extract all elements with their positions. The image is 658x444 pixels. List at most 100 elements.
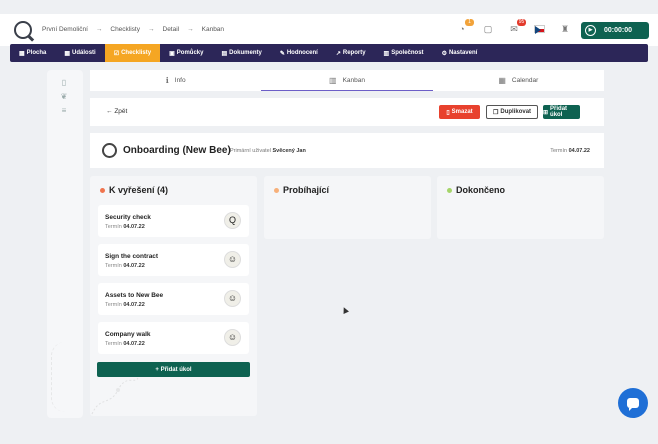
breadcrumb-item[interactable]: Checklisty (110, 26, 140, 33)
task-date: 04.07.22 (123, 341, 145, 347)
nav-dokumenty[interactable]: ▤ Dokumenty (212, 44, 270, 62)
play-icon: ▶ (585, 25, 596, 36)
leaf-icon[interactable]: ❦ (59, 92, 69, 101)
bell-icon[interactable]: ◔ 1 (456, 19, 474, 35)
nav-spolecnost[interactable]: ▥ Společnost (375, 44, 433, 62)
task-date: 04.07.22 (123, 224, 145, 230)
term-date: 04.07.22 (568, 148, 590, 154)
tab-calendar[interactable]: ▦ Calendar (433, 70, 604, 91)
avatar: ☺ (224, 251, 241, 268)
tab-info[interactable]: ℹ Info (90, 70, 261, 91)
tab-label: Info (174, 77, 186, 84)
nav-hodnoceni[interactable]: ✎ Hodnocení (271, 44, 327, 62)
nav-nastaveni[interactable]: ⚙ Nastavení (433, 44, 487, 62)
tools-icon: ▣ (169, 50, 175, 57)
column-todo: K vyřešení (4) Security check Termín 04.… (90, 176, 257, 416)
nav-label: Reporty (342, 50, 366, 56)
breadcrumb-item[interactable]: První Demoliční (42, 26, 88, 33)
rating-icon: ✎ (279, 50, 285, 57)
avatar: ☺ (224, 329, 241, 346)
nav-label: Hodnocení (286, 50, 318, 56)
primary-user: Primární uživatel Svěcený Jan (230, 148, 306, 154)
checklist-header: Onboarding (New Bee) Primární uživatel S… (90, 133, 604, 168)
action-bar: ← Zpět ▯ Smazat ❐ Duplikovat ⊞ Přidat úkol (90, 98, 604, 126)
task-date: 04.07.22 (123, 263, 145, 269)
column-header: Probíhající (274, 185, 329, 195)
checklist-term: Termín 04.07.22 (550, 148, 590, 154)
column-in-progress: Probíhající (264, 176, 431, 239)
status-dot (274, 187, 279, 193)
column-header: K vyřešení (4) (100, 185, 168, 195)
task-name: Security check (105, 214, 151, 221)
task-card[interactable]: Company walk Termín 04.07.22 ☺ (98, 322, 249, 354)
task-name: Company walk (105, 331, 151, 338)
timer-value: 00:00:00 (604, 27, 633, 34)
delete-label: Smazat (451, 109, 473, 115)
decorative-illustration (91, 377, 139, 415)
nav-label: Dokumenty (229, 50, 262, 56)
delete-button[interactable]: ▯ Smazat (439, 105, 480, 119)
duplicate-button[interactable]: ❐ Duplikovat (486, 105, 538, 119)
tab-kanban[interactable]: ▥ Kanban (261, 70, 433, 91)
nav-label: Nastavení (448, 50, 478, 56)
document-icon: ▤ (221, 50, 228, 57)
status-dot (447, 187, 452, 193)
left-rail: ▯ ❦ ≡ (47, 70, 83, 418)
task-card[interactable]: Assets to New Bee Termín 04.07.22 ☺ (98, 283, 249, 315)
czech-flag-icon[interactable] (534, 25, 545, 34)
view-tabs: ℹ Info ▥ Kanban ▦ Calendar (90, 70, 604, 91)
trash-icon: ▯ (446, 109, 450, 116)
user-avatar-icon[interactable]: ♜ (559, 23, 571, 35)
duplicate-label: Duplikovat (500, 109, 532, 115)
avatar: ☺ (224, 290, 241, 307)
primary-user-name: Svěcený Jan (272, 148, 306, 154)
trash-icon[interactable]: ▯ (59, 78, 69, 87)
chart-icon: ↗ (335, 50, 341, 57)
timer-button[interactable]: ▶ 00:00:00 (581, 22, 649, 39)
task-card[interactable]: Sign the contract Termín 04.07.22 ☺ (98, 244, 249, 276)
mail-icon[interactable]: ✉ 95 (508, 19, 526, 35)
task-card[interactable]: Security check Termín 04.07.22 Q (98, 205, 249, 237)
column-title: Dokončeno (456, 185, 506, 195)
notification-badge: 1 (465, 19, 474, 26)
arrow-right-icon: → (148, 26, 155, 33)
nav-udalosti[interactable]: ▦ Události (55, 44, 104, 62)
nav-pomucky[interactable]: ▣ Pomůcky (160, 44, 212, 62)
nav-plocha[interactable]: ▦ Plocha (10, 44, 55, 62)
add-task-button[interactable]: ⊞ Přidat úkol (543, 105, 580, 119)
copy-icon: ❐ (492, 109, 499, 116)
column-done: Dokončeno (437, 176, 604, 239)
task-date: 04.07.22 (123, 302, 145, 308)
add-task-column-button[interactable]: + Přidat úkol (97, 362, 250, 377)
breadcrumb-item[interactable]: Detail (163, 26, 180, 33)
gear-icon: ⚙ (441, 50, 447, 57)
term-label: Termín (550, 148, 568, 154)
tab-label: Kanban (342, 77, 365, 84)
calendar-icon: ▦ (498, 76, 506, 85)
app-logo[interactable] (14, 21, 32, 39)
decorative-illustration (51, 342, 79, 412)
task-term-label: Termín (105, 302, 122, 308)
breadcrumb: První Demoliční → Checklisty → Detail → … (42, 26, 224, 33)
back-button[interactable]: ← Zpět (106, 108, 127, 115)
chat-support-button[interactable] (618, 388, 648, 418)
nav-checklisty[interactable]: ☑ Checklisty (104, 44, 161, 62)
plus-icon: ⊞ (543, 109, 549, 116)
nav-label: Plocha (26, 50, 47, 56)
info-icon: ℹ (165, 76, 169, 85)
list-icon[interactable]: ≡ (59, 106, 69, 115)
page-title: Onboarding (New Bee) (123, 145, 231, 156)
chat-bubble-icon (627, 398, 639, 411)
top-icons: ◔ 1 ▢ ✉ 95 ♜ (456, 19, 571, 35)
task-term-label: Termín (105, 224, 122, 230)
avatar: Q (224, 212, 241, 229)
dashboard-icon: ▦ (19, 50, 25, 57)
mouse-cursor-icon (341, 306, 349, 314)
checklist-logo-icon (102, 143, 117, 158)
column-title: K vyřešení (4) (109, 185, 169, 195)
nav-label: Společnost (391, 50, 424, 56)
arrow-right-icon: → (95, 26, 103, 33)
task-term: Termín 04.07.22 (105, 263, 145, 269)
chat-icon[interactable]: ▢ (482, 23, 494, 35)
nav-reporty[interactable]: ↗ Reporty (327, 44, 375, 62)
